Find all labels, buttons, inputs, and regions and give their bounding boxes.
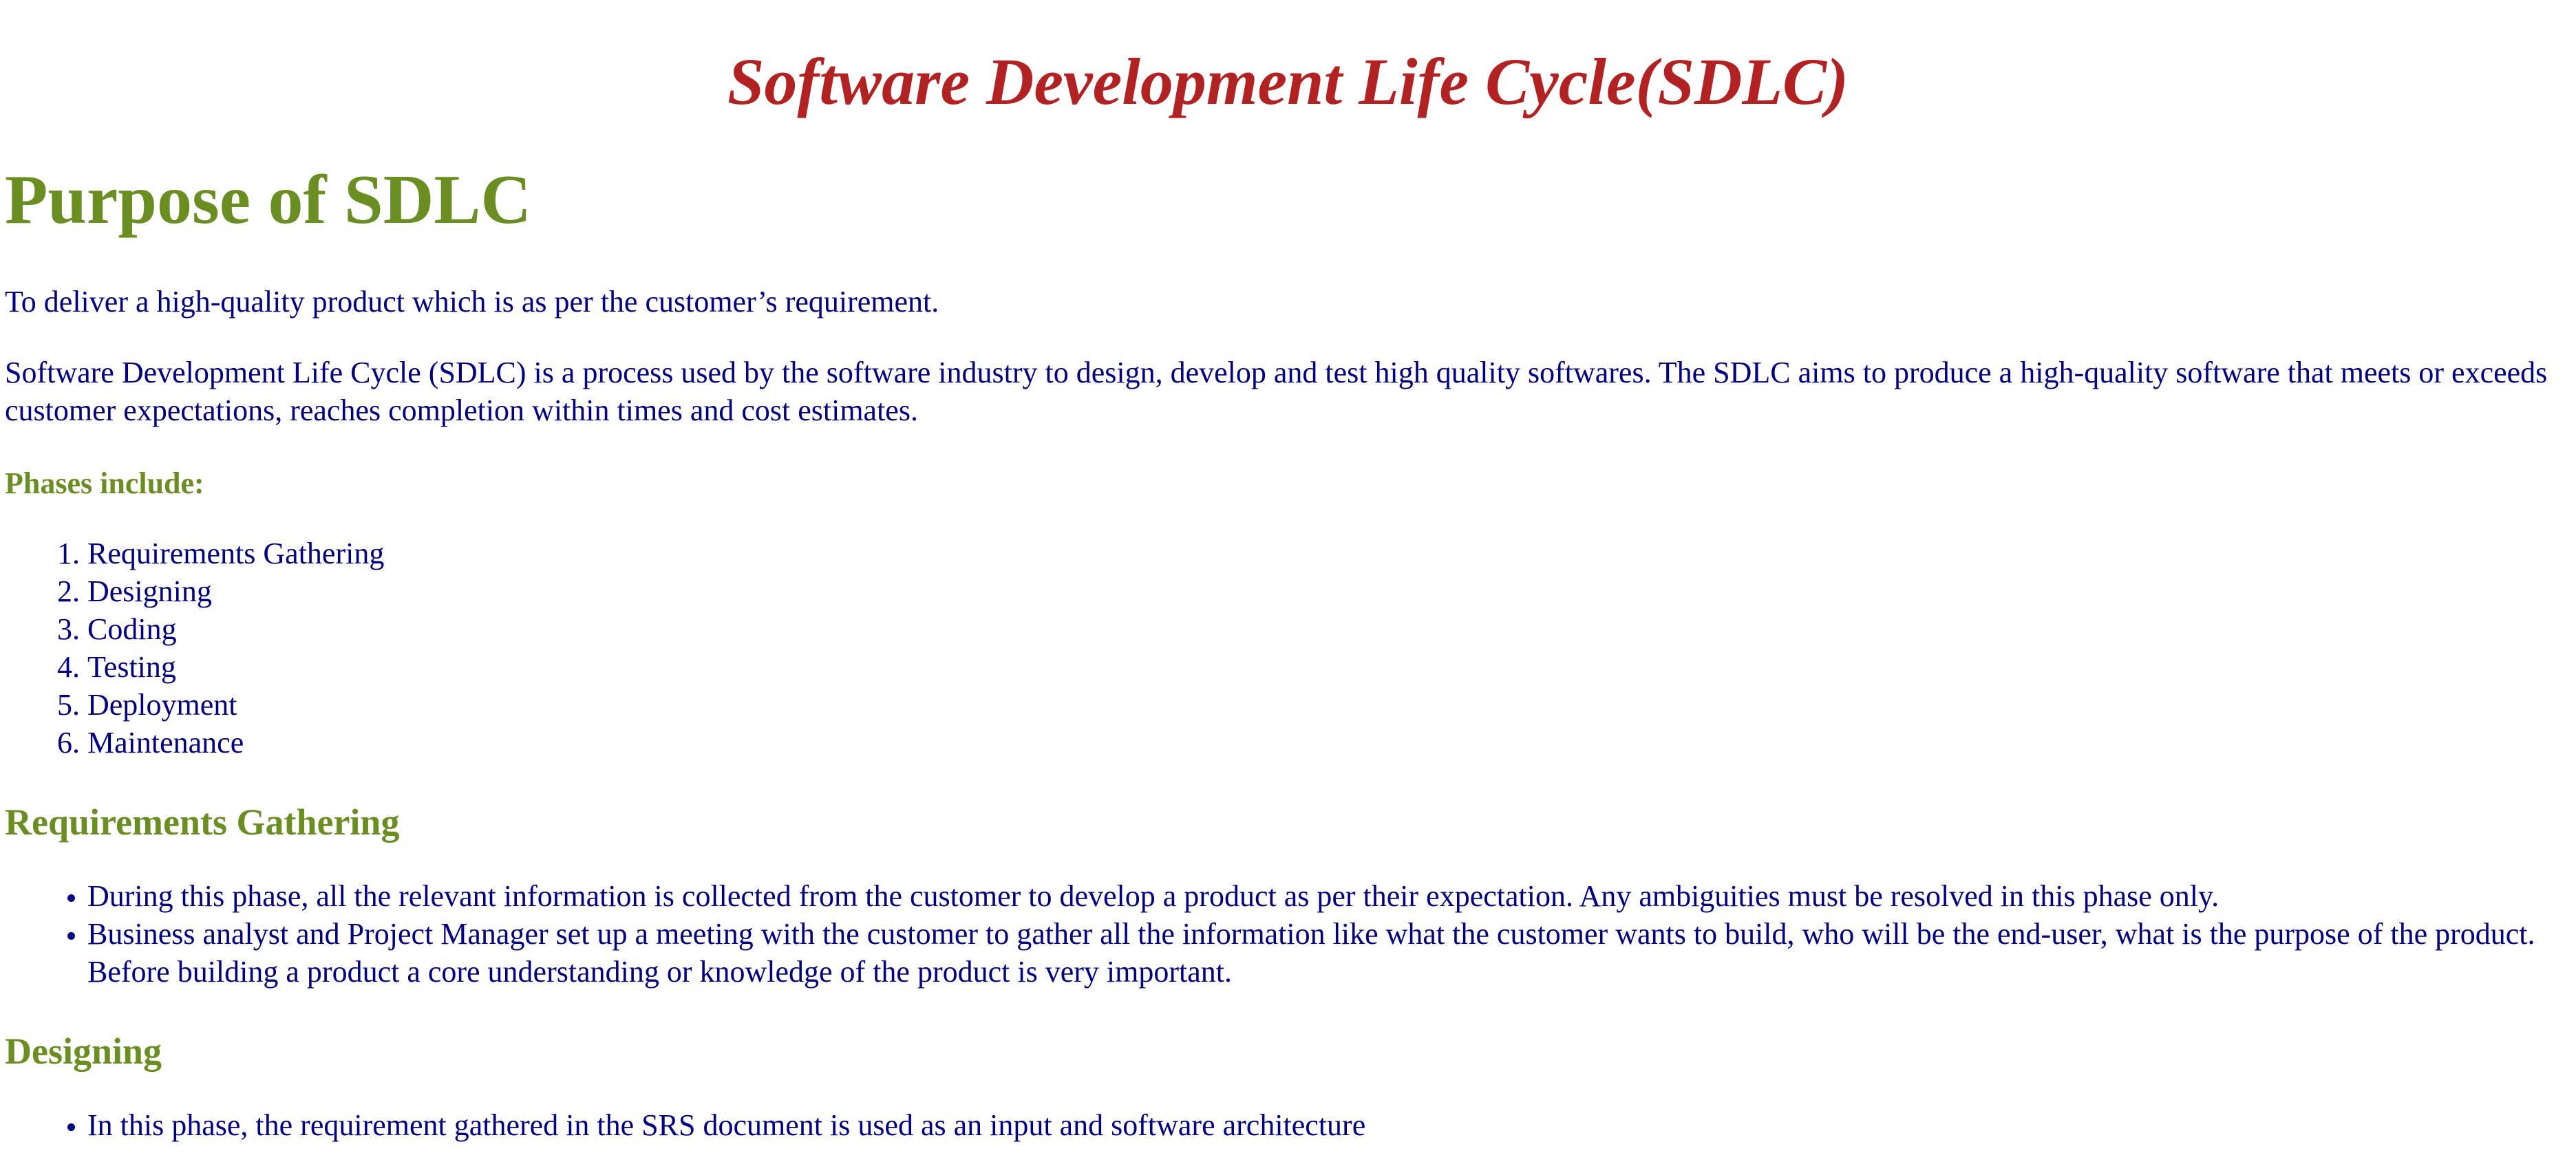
phases-list: Requirements Gathering Designing Coding … [5,535,2571,762]
phase-item-requirements: Requirements Gathering [87,535,2571,572]
phase-item-testing: Testing [87,648,2571,686]
phase-item-maintenance: Maintenance [87,724,2571,762]
purpose-heading: Purpose of SDLC [5,161,532,239]
requirements-bullet: Business analyst and Project Manager set… [87,915,2571,991]
sdlc-description: Software Development Life Cycle (SDLC) i… [5,356,2548,427]
purpose-intro: To deliver a high-quality product which … [5,285,939,319]
requirements-heading: Requirements Gathering [5,801,400,843]
designing-list: In this phase, the requirement gathered … [5,1106,2571,1144]
designing-heading: Designing [5,1031,162,1072]
phase-item-coding: Coding [87,610,2571,648]
phases-label: Phases include: [5,466,204,500]
designing-bullet: In this phase, the requirement gathered … [87,1106,2571,1144]
requirements-list: During this phase, all the relevant info… [5,877,2571,991]
requirements-bullet: During this phase, all the relevant info… [87,877,2571,915]
page-title: Software Development Life Cycle(SDLC) [727,45,1849,118]
document-page: Software Development Life Cycle(SDLC) Pu… [0,0,2576,1153]
phase-item-deployment: Deployment [87,686,2571,724]
phase-item-designing: Designing [87,572,2571,610]
